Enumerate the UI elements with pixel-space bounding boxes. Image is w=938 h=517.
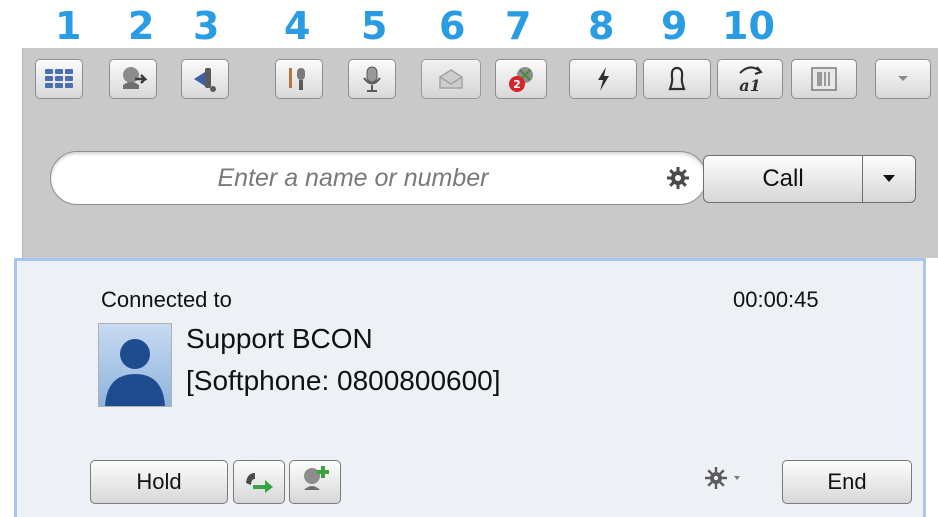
- dialpad-icon: [44, 68, 74, 90]
- missed-calls-button[interactable]: 2: [495, 59, 547, 99]
- chevron-down-icon: [882, 170, 896, 188]
- avatar: [98, 323, 172, 407]
- hold-button-label: Hold: [136, 469, 182, 494]
- callout-number-8: 8: [588, 4, 615, 48]
- transfer-call-button[interactable]: [233, 460, 285, 504]
- layout-icon: [811, 67, 837, 91]
- add-participant-icon: [300, 464, 330, 500]
- callout-number-9: 9: [661, 4, 688, 48]
- add-participant-button[interactable]: [289, 460, 341, 504]
- transfer-button[interactable]: [109, 59, 157, 99]
- person-icon: [666, 65, 688, 93]
- quick-action-button[interactable]: [569, 59, 637, 99]
- callout-number-5: 5: [361, 4, 388, 48]
- end-call-button-label: End: [827, 469, 867, 494]
- missed-badge-count: 2: [513, 78, 521, 91]
- announce-icon: [191, 65, 219, 93]
- call-button-label: Call: [762, 165, 804, 192]
- call-button[interactable]: Call: [703, 155, 916, 203]
- end-call-button[interactable]: End: [782, 460, 912, 504]
- callout-number-4: 4: [284, 4, 311, 48]
- callout-number-3: 3: [193, 4, 220, 48]
- contact-button[interactable]: [643, 59, 711, 99]
- announce-button[interactable]: [181, 59, 229, 99]
- contact-name: Support BCON: [186, 323, 373, 354]
- record-icon: [285, 65, 313, 93]
- search-input[interactable]: [71, 160, 635, 196]
- call-settings-gear-icon[interactable]: [704, 464, 746, 499]
- microphone-icon: [361, 65, 383, 93]
- dialpad-button[interactable]: [35, 59, 83, 99]
- voicemail-button[interactable]: [421, 59, 481, 99]
- transfer-call-icon: [243, 465, 275, 499]
- microphone-button[interactable]: [348, 59, 396, 99]
- call-timer: 00:00:45: [733, 287, 819, 312]
- toolbar-overflow-button[interactable]: [875, 59, 931, 99]
- search-field[interactable]: [50, 151, 707, 205]
- avatar-person-icon: [99, 324, 171, 406]
- layout-button[interactable]: [791, 59, 857, 99]
- callout-number-10: 10: [722, 4, 775, 48]
- toolbar-area: 2 a1 Enter a name or number Call: [22, 48, 938, 258]
- text-format-label: a1: [739, 76, 761, 95]
- missed-calls-icon: 2: [506, 64, 536, 94]
- lightning-icon: [593, 65, 613, 93]
- call-options-dropdown[interactable]: [863, 156, 915, 202]
- record-button[interactable]: [275, 59, 323, 99]
- call-status-label: Connected to: [101, 287, 232, 312]
- callout-number-row: 1 2 3 4 5 6 7 8 9 10: [0, 0, 938, 48]
- hold-button[interactable]: Hold: [90, 460, 228, 504]
- callout-number-2: 2: [128, 4, 155, 48]
- transfer-icon: [119, 65, 147, 93]
- voicemail-icon: [437, 67, 465, 91]
- contact-detail: [Softphone: 0800800600]: [186, 365, 501, 396]
- chevron-down-icon: [897, 75, 909, 83]
- text-format-button[interactable]: a1: [717, 59, 783, 99]
- search-options-gear-icon[interactable]: [666, 166, 690, 195]
- callout-number-7: 7: [505, 4, 532, 48]
- callout-number-6: 6: [439, 4, 466, 48]
- text-format-icon: a1: [733, 63, 767, 95]
- callout-number-1: 1: [55, 4, 82, 48]
- active-call-panel: Connected to 00:00:45 Support BCON [Soft…: [14, 258, 926, 517]
